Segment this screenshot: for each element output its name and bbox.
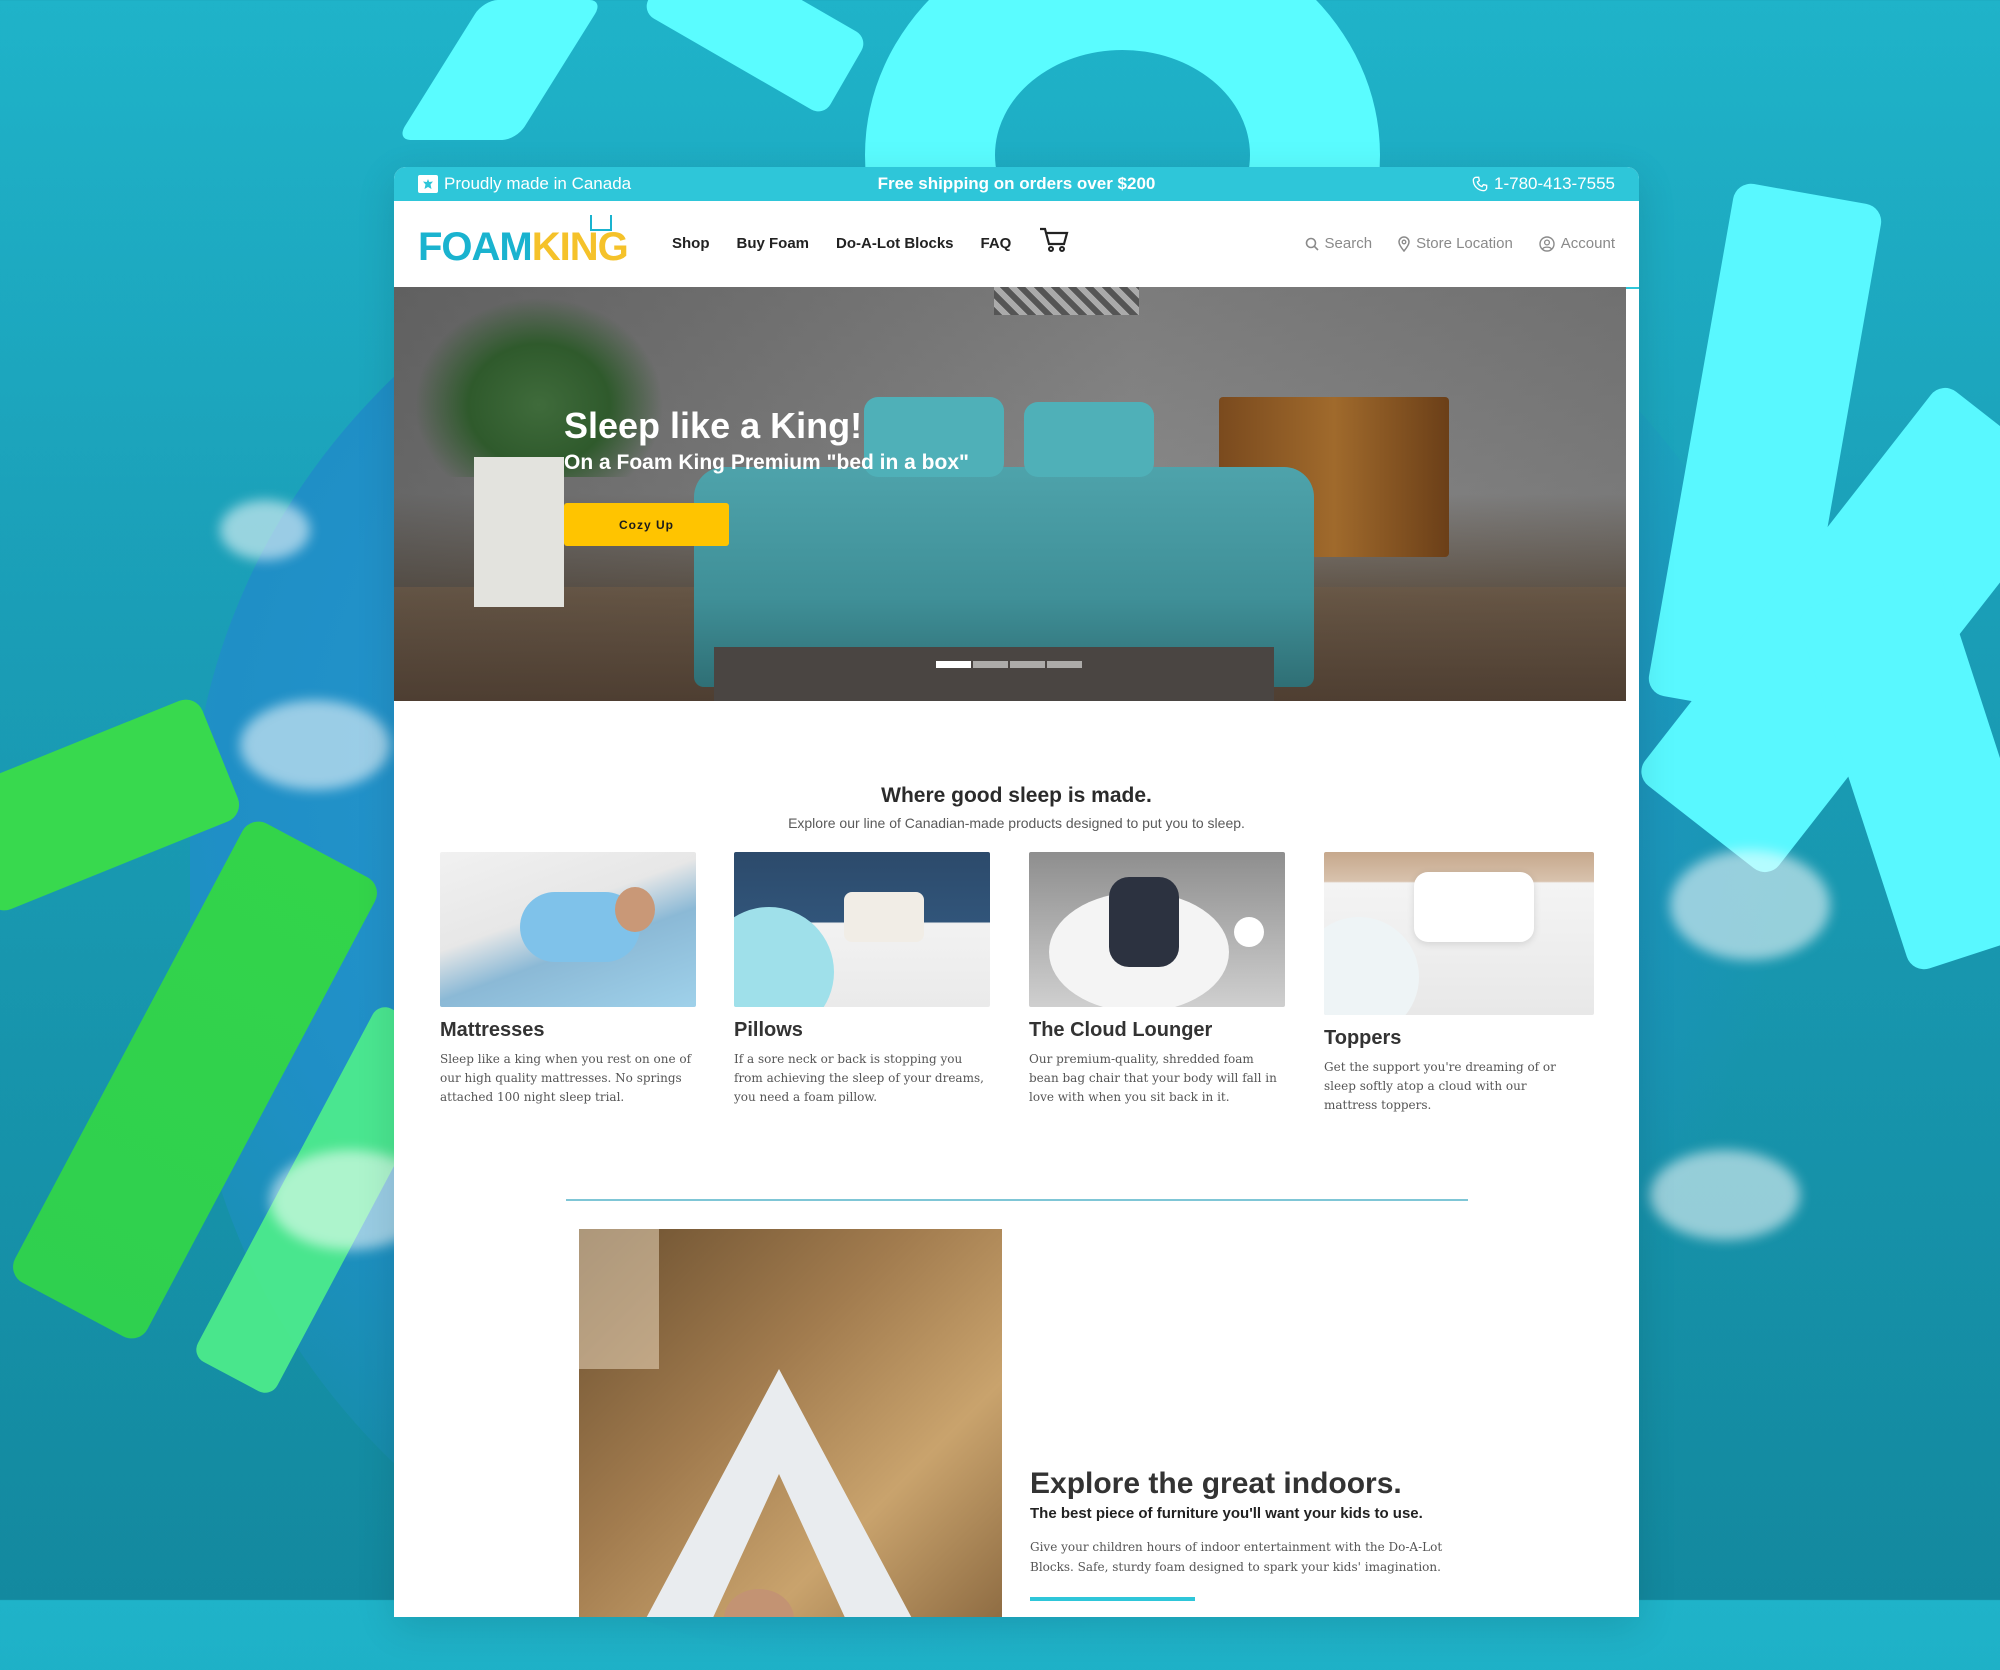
hero-bed-base <box>714 647 1274 701</box>
section-divider <box>566 1199 1468 1201</box>
mattresses-image[interactable] <box>440 852 696 1007</box>
shipping-banner: Free shipping on orders over $200 <box>877 174 1156 193</box>
background-cloud <box>1650 1150 1800 1240</box>
background-cloud <box>240 700 390 790</box>
nav-item-faq[interactable]: FAQ <box>981 235 1012 252</box>
phone-contact[interactable]: 1-780-413-7555 <box>1472 174 1615 194</box>
products-section-title: Where good sleep is made. <box>881 784 1152 807</box>
cart-icon <box>1040 227 1069 252</box>
phone-number[interactable]: 1-780-413-7555 <box>1494 174 1615 194</box>
main-nav: FOAMKING Shop Buy Foam Do-A-Lot Blocks F… <box>394 201 1639 289</box>
product-name[interactable]: The Cloud Lounger <box>1029 1019 1285 1042</box>
cloud-lounger-image[interactable] <box>1029 852 1285 1007</box>
image-detail <box>1414 872 1534 942</box>
logo-king: KING <box>531 225 629 269</box>
cart-button[interactable] <box>1039 227 1069 257</box>
account-link[interactable]: Account <box>1539 235 1615 252</box>
product-name[interactable]: Toppers <box>1324 1027 1594 1050</box>
carousel-dot[interactable] <box>1047 661 1082 668</box>
cozy-up-button[interactable]: Cozy Up <box>564 503 729 546</box>
utility-nav: Search Store Location Account <box>1305 235 1615 252</box>
carousel-dot[interactable] <box>973 661 1008 668</box>
hero-title: Sleep like a King! <box>564 405 863 446</box>
product-description: Get the support you're dreaming of or sl… <box>1324 1060 1556 1112</box>
hero-subtitle: On a Foam King Premium "bed in a box" <box>564 451 969 474</box>
image-detail <box>1234 917 1264 947</box>
image-detail <box>615 887 655 932</box>
nav-menu: Shop Buy Foam Do-A-Lot Blocks FAQ <box>672 235 1011 252</box>
toppers-image[interactable] <box>1324 852 1594 1015</box>
website-card: Proudly made in Canada Free shipping on … <box>394 167 1639 1617</box>
search-link[interactable]: Search <box>1305 235 1373 252</box>
nav-item-do-a-lot-blocks[interactable]: Do-A-Lot Blocks <box>836 235 954 252</box>
feature-subtitle: The best piece of furniture you'll want … <box>1030 1505 1423 1522</box>
product-name[interactable]: Mattresses <box>440 1019 696 1042</box>
background-shape <box>641 0 869 117</box>
feature-title: Explore the great indoors. <box>1030 1467 1402 1500</box>
background-cloud <box>1670 850 1830 960</box>
hero-carousel: Sleep like a King! On a Foam King Premiu… <box>394 287 1626 701</box>
hero-text: Sleep like a King! On a Foam King Premiu… <box>564 405 969 475</box>
image-detail <box>579 1229 659 1369</box>
carousel-indicators <box>936 661 1082 668</box>
background-shape <box>396 0 604 140</box>
carousel-dot[interactable] <box>936 661 971 668</box>
feature-body: Give your children hours of indoor enter… <box>1030 1540 1443 1574</box>
do-a-lot-blocks-image[interactable] <box>579 1229 1002 1617</box>
search-icon <box>1305 237 1319 251</box>
account-label: Account <box>1560 235 1615 252</box>
foamking-logo[interactable]: FOAMKING <box>418 215 629 270</box>
account-icon <box>1539 235 1555 252</box>
carousel-dot[interactable] <box>1010 661 1045 668</box>
nav-item-buy-foam[interactable]: Buy Foam <box>737 235 810 252</box>
hero-wall-art <box>994 287 1139 315</box>
hero-plant-pot <box>474 457 564 607</box>
nav-item-shop[interactable]: Shop <box>672 235 710 252</box>
background-cloud <box>220 500 310 560</box>
map-pin-icon <box>1398 235 1410 252</box>
product-card-cloud-lounger[interactable]: The Cloud Lounger Our premium-quality, s… <box>1029 852 1285 1107</box>
product-description: If a sore neck or back is stopping you f… <box>734 1052 984 1104</box>
product-card-mattresses[interactable]: Mattresses Sleep like a king when you re… <box>440 852 696 1107</box>
products-section-subtitle: Explore our line of Canadian-made produc… <box>788 815 1245 831</box>
store-location-label: Store Location <box>1416 235 1513 252</box>
feature-button[interactable] <box>1030 1597 1195 1601</box>
product-card-toppers[interactable]: Toppers Get the support you're dreaming … <box>1324 852 1594 1115</box>
image-detail <box>619 1369 939 1617</box>
image-detail <box>724 1589 794 1617</box>
pillows-image[interactable] <box>734 852 990 1007</box>
phone-icon <box>1472 176 1488 192</box>
image-detail <box>734 907 834 1007</box>
hero-pillow <box>1024 402 1154 477</box>
crown-icon <box>590 215 612 231</box>
product-description: Our premium-quality, shredded foam bean … <box>1029 1052 1277 1104</box>
product-description: Sleep like a king when you rest on one o… <box>440 1052 692 1104</box>
image-detail <box>1109 877 1179 967</box>
search-label: Search <box>1324 235 1373 252</box>
product-card-pillows[interactable]: Pillows If a sore neck or back is stoppi… <box>734 852 990 1107</box>
image-detail <box>1324 917 1419 1015</box>
image-detail <box>844 892 924 942</box>
store-location-link[interactable]: Store Location <box>1398 235 1513 252</box>
product-grid: Mattresses Sleep like a king when you re… <box>440 852 1596 1132</box>
product-name[interactable]: Pillows <box>734 1019 990 1042</box>
top-announcement-bar: Proudly made in Canada Free shipping on … <box>394 167 1639 201</box>
logo-foam: FOAM <box>418 225 533 269</box>
